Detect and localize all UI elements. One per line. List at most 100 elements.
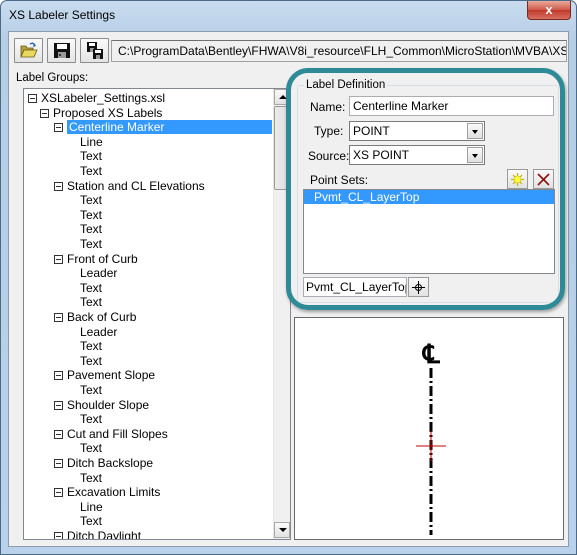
- tree-node-label: Pavement Slope: [67, 368, 156, 383]
- tree-scrollbar[interactable]: [273, 89, 290, 539]
- tree-node-label: Text: [80, 207, 103, 222]
- centerline-symbol-icon: ℄: [422, 340, 441, 370]
- preview-canvas: ℄: [416, 340, 446, 535]
- point-sets-list[interactable]: Pvmt_CL_LayerTop: [303, 189, 555, 274]
- tree-node[interactable]: Text: [80, 514, 102, 528]
- add-point-set-button[interactable]: [507, 169, 528, 189]
- point-set-field[interactable]: Pvmt_CL_LayerTop: [303, 277, 407, 297]
- collapse-icon[interactable]: [54, 400, 63, 410]
- tree-node[interactable]: Text: [80, 354, 102, 368]
- tree-node[interactable]: Text: [80, 441, 102, 455]
- type-dropdown[interactable]: POINT: [349, 121, 485, 141]
- tree-node-label: Front of Curb: [67, 251, 138, 266]
- tree-node[interactable]: Excavation Limits: [54, 485, 160, 499]
- chevron-down-icon[interactable]: [467, 123, 483, 139]
- crosshair-pick-icon: [412, 281, 425, 294]
- scroll-up-button[interactable]: [274, 89, 290, 105]
- window-title: XS Labeler Settings: [9, 8, 116, 22]
- name-field[interactable]: Centerline Marker: [349, 96, 554, 116]
- name-label: Name:: [310, 100, 346, 114]
- tree-node[interactable]: Pavement Slope: [54, 368, 155, 382]
- tree-node[interactable]: Line: [80, 500, 103, 514]
- collapse-icon[interactable]: [54, 123, 63, 133]
- open-button[interactable]: [14, 38, 43, 63]
- tree-node[interactable]: Station and CL Elevations: [54, 179, 205, 193]
- collapse-icon[interactable]: [54, 532, 63, 539]
- tree-node[interactable]: Text: [80, 164, 102, 178]
- tree-node-label: Text: [80, 295, 103, 310]
- tree-node-label: Text: [80, 339, 103, 354]
- tree-node[interactable]: Text: [80, 471, 102, 485]
- tree-node-label: Leader: [80, 324, 118, 339]
- tree-node-label: XSLabeler_Settings.xsl: [41, 91, 166, 105]
- tree-node-label: Shoulder Slope: [67, 397, 150, 412]
- tree-node[interactable]: Back of Curb: [54, 310, 136, 324]
- tree-node-label: Station and CL Elevations: [67, 178, 205, 193]
- collapse-icon[interactable]: [54, 313, 63, 322]
- tree-node[interactable]: Proposed XS Labels: [40, 106, 162, 120]
- collapse-icon[interactable]: [54, 488, 63, 498]
- tree-node[interactable]: Cut and Fill Slopes: [54, 427, 168, 441]
- new-star-icon: [511, 173, 524, 186]
- collapse-icon[interactable]: [54, 459, 63, 468]
- tree-node-label: Cut and Fill Slopes: [67, 426, 168, 441]
- tree-node-label: Excavation Limits: [67, 485, 161, 500]
- save-button[interactable]: [47, 38, 76, 63]
- tree-node[interactable]: Text: [80, 281, 102, 295]
- tree-node[interactable]: Line: [80, 135, 103, 149]
- tree-node[interactable]: XSLabeler_Settings.xsl: [28, 91, 165, 105]
- tree-node[interactable]: Centerline Marker: [54, 120, 272, 135]
- tree-node[interactable]: Text: [80, 295, 102, 309]
- pick-point-set-button[interactable]: [408, 277, 429, 297]
- chevron-down-icon[interactable]: [467, 147, 483, 163]
- tree-node-label: Text: [80, 353, 103, 368]
- save-as-button[interactable]: [80, 38, 109, 63]
- tree-node[interactable]: Text: [80, 208, 102, 222]
- tree-node-label: Text: [80, 514, 103, 529]
- tree-node[interactable]: Leader: [80, 325, 117, 339]
- tree-node[interactable]: Text: [80, 237, 102, 251]
- tree-node[interactable]: Text: [80, 222, 102, 236]
- tree-node-label: Text: [80, 193, 103, 208]
- tree-node[interactable]: Ditch Daylight: [54, 529, 142, 540]
- tree-node[interactable]: Leader: [80, 266, 117, 280]
- label-definition-title: Label Definition: [304, 79, 388, 91]
- collapse-icon[interactable]: [40, 108, 49, 118]
- tree-node-label: Proposed XS Labels: [53, 105, 163, 120]
- collapse-icon[interactable]: [54, 181, 63, 191]
- tree-node-label: Text: [80, 470, 103, 485]
- tree-node[interactable]: Shoulder Slope: [54, 398, 149, 412]
- client-area: C:\ProgramData\Bentley\FHWA\V8i_resource…: [8, 31, 569, 547]
- tree-node[interactable]: Text: [80, 149, 102, 163]
- close-button[interactable]: x: [527, 1, 571, 20]
- label-groups-tree[interactable]: XSLabeler_Settings.xsl Proposed XS Labels…: [23, 88, 291, 540]
- tree-node-label: Ditch Daylight: [67, 529, 142, 540]
- point-set-item[interactable]: Pvmt_CL_LayerTop: [304, 190, 554, 204]
- save-disk-icon: [54, 43, 70, 58]
- source-label: Source:: [308, 149, 350, 163]
- collapse-icon[interactable]: [54, 429, 63, 439]
- tree-node[interactable]: Text: [80, 412, 102, 426]
- tree-node[interactable]: Text: [80, 193, 102, 207]
- dialog-window: XS Labeler Settings x C:\ProgramData\Ben…: [0, 0, 577, 555]
- tree-node[interactable]: Text: [80, 339, 102, 353]
- file-path-field[interactable]: C:\ProgramData\Bentley\FHWA\V8i_resource…: [111, 40, 567, 62]
- point-sets-label: Point Sets:: [310, 173, 369, 187]
- tree-node-label: Text: [80, 222, 103, 237]
- open-folder-icon: [20, 42, 38, 58]
- scroll-down-button[interactable]: [274, 522, 290, 538]
- delete-point-set-button[interactable]: [533, 169, 554, 189]
- tree-node-label: Leader: [80, 266, 118, 281]
- tree-node-label: Line: [80, 134, 103, 149]
- scroll-thumb[interactable]: [274, 106, 290, 190]
- collapse-icon[interactable]: [54, 254, 63, 264]
- tree-node[interactable]: Ditch Backslope: [54, 456, 153, 470]
- source-dropdown[interactable]: XS POINT: [349, 145, 485, 165]
- tree-node-label: Text: [80, 412, 103, 427]
- collapse-icon[interactable]: [28, 94, 37, 103]
- collapse-icon[interactable]: [54, 371, 63, 381]
- tree-node-label: Line: [80, 499, 103, 514]
- tree-node[interactable]: Front of Curb: [54, 252, 138, 266]
- tree-node[interactable]: Text: [80, 383, 102, 397]
- tree-node-label: Centerline Marker: [67, 120, 272, 135]
